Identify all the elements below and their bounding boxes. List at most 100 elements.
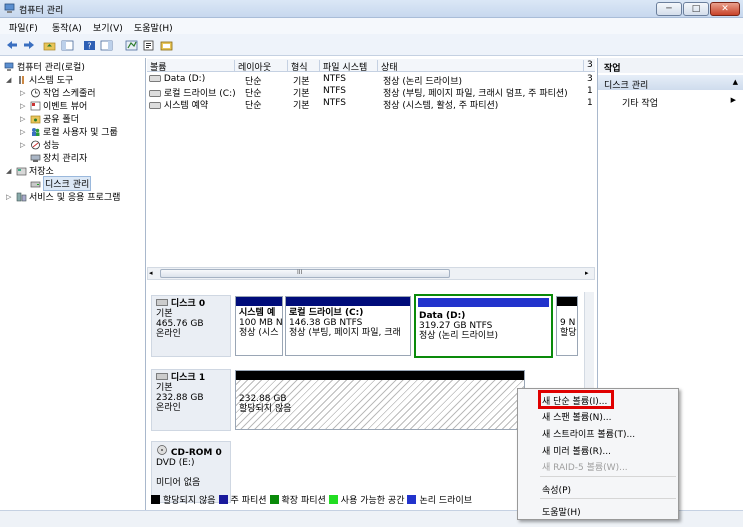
show-action-pane-button[interactable] [99,38,114,52]
collapsed-arrow-icon[interactable]: ▷ [20,128,28,136]
col-volume[interactable]: 볼륨 [147,60,235,73]
menu-item-new-striped-volume[interactable]: 새 스트라이프 볼륨(T)... [542,427,635,440]
collapsed-arrow-icon[interactable]: ▷ [20,141,28,149]
tree-item-computer-management[interactable]: 컴퓨터 관리(로컬) [4,60,85,73]
scroll-right-icon[interactable]: ▸ [585,269,589,277]
tree-item-services-applications[interactable]: ▷ 서비스 및 응용 프로그램 [6,190,120,203]
window-title: 컴퓨터 관리 [19,6,64,16]
disk-drive-icon [156,299,168,306]
folder-up-icon [43,42,56,50]
tree-item-device-manager[interactable]: 장치 관리자 [30,151,87,164]
scroll-thumb[interactable]: III [160,269,450,278]
legend-swatch [269,494,279,504]
partition-unallocated-tail[interactable]: 9 N 할당 [556,296,578,356]
close-button[interactable]: ✕ [710,2,740,16]
tree-item-task-scheduler[interactable]: ▷ 작업 스케줄러 [20,86,96,99]
show-tree-button[interactable] [60,38,75,52]
close-icon: ✕ [721,4,729,14]
menu-separator [540,498,676,499]
legend-swatch [407,494,417,504]
volume-row[interactable]: Data (D:) 단순 기본 NTFS 정상 (논리 드라이브) 3 [147,74,595,87]
partition-disk1-unallocated[interactable]: 232.88 GB 할당되지 않음 [235,370,525,430]
scroll-left-icon[interactable]: ◂ [149,269,153,277]
disk-0-label[interactable]: 디스크 0 기본 465.76 GB 온라인 [151,295,231,357]
col-type[interactable]: 형식 [288,60,320,73]
properties-icon [143,40,154,50]
menu-bar: 파일(F) 동작(A) 보기(V) 도움말(H) [0,18,743,34]
toolbar: ? [0,34,743,56]
properties-button[interactable] [141,38,156,52]
col-file-system[interactable]: 파일 시스템 [320,60,378,73]
device-manager-icon [30,154,41,162]
actions-section-disk-management[interactable]: 디스크 관리 ▲ [598,75,743,91]
partition-d-drive[interactable]: Data (D:) 319.27 GB NTFS 정상 (논리 드라이브) [414,294,553,358]
tree-item-disk-management[interactable]: 디스크 관리 [30,176,92,191]
rescan-button[interactable] [159,38,174,52]
menu-item-properties[interactable]: 속성(P) [542,483,571,496]
collapsed-arrow-icon[interactable]: ▷ [6,193,14,201]
menu-item-new-spanned-volume[interactable]: 새 스팬 볼륨(N)... [542,410,611,423]
computer-management-icon [4,3,15,13]
users-icon [32,127,40,136]
legend-swatch [328,494,338,504]
legend-swatch [218,494,228,504]
back-arrow-icon [6,41,17,49]
storage-icon [16,167,27,175]
menu-help[interactable]: 도움말(H) [134,21,173,34]
up-folder-button[interactable] [42,38,57,52]
context-menu: 새 단순 볼륨(I)... 새 스팬 볼륨(N)... 새 스트라이프 볼륨(T… [517,388,679,520]
console-tree: 컴퓨터 관리(로컬) ◢ 시스템 도구 ▷ 작업 스케줄러 ▷ 이벤트 뷰어 ▷… [0,58,146,510]
cdrom-icon [157,445,167,455]
volume-row[interactable]: 로컬 드라이브 (C:) 단순 기본 NTFS 정상 (부팅, 페이지 파일, … [147,86,595,99]
collapsed-arrow-icon[interactable]: ▷ [20,102,28,110]
console-tree-icon [61,40,74,50]
connect-button[interactable] [124,38,139,52]
expanded-arrow-icon[interactable]: ◢ [6,167,14,175]
connect-icon [125,40,138,50]
event-log-icon [30,101,41,110]
action-more-actions[interactable]: 기타 작업 ▶ [598,95,743,109]
partition-system-reserved[interactable]: 시스템 예 100 MB N 정상 (시스 [235,296,283,356]
disk-1-label[interactable]: 디스크 1 기본 232.88 GB 온라인 [151,369,231,431]
collapse-arrow-icon[interactable]: ▲ [733,78,738,86]
disk-drive-icon [156,373,168,380]
disk-icon [30,181,41,187]
help-icon: ? [84,40,95,50]
collapsed-arrow-icon[interactable]: ▷ [20,89,28,97]
menu-file[interactable]: 파일(F) [9,21,38,34]
collapsed-arrow-icon[interactable]: ▷ [20,115,28,123]
clock-icon [31,88,40,97]
menu-action[interactable]: 동작(A) [52,21,82,34]
menu-separator [540,476,676,477]
minimize-button[interactable]: ─ [656,2,682,16]
col-layout[interactable]: 레이아웃 [235,60,288,73]
tools-icon [19,75,24,84]
forward-button[interactable] [21,38,36,52]
submenu-arrow-icon: ▶ [730,96,736,104]
col-status[interactable]: 상태 [378,60,584,73]
volume-icon [149,102,161,109]
volume-icon [149,90,161,97]
rescan-icon [160,41,173,50]
tree-item-event-viewer[interactable]: ▷ 이벤트 뷰어 [20,99,87,112]
maximize-button[interactable]: □ [683,2,709,16]
expanded-arrow-icon[interactable]: ◢ [6,76,14,84]
menu-view[interactable]: 보기(V) [93,21,123,34]
menu-item-new-mirrored-volume[interactable]: 새 미러 볼륨(R)... [542,444,611,457]
back-button[interactable] [4,38,19,52]
title-bar: 컴퓨터 관리 ─ □ ✕ [0,0,743,18]
tree-item-shared-folders[interactable]: ▷ 공유 폴더 [20,112,79,126]
menu-item-new-simple-volume[interactable]: 새 단순 볼륨(I)... [542,394,607,407]
tree-item-local-users-groups[interactable]: ▷ 로컬 사용자 및 그룹 [20,125,118,138]
volume-row[interactable]: 시스템 예약 단순 기본 NTFS 정상 (시스템, 활성, 주 파티션) 1 [147,98,595,111]
tree-item-performance[interactable]: ▷ 성능 [20,138,60,151]
partition-c-drive[interactable]: 로컬 드라이브 (C:) 146.38 GB NTFS 정상 (부팅, 페이지 파일… [285,296,411,356]
help-button[interactable]: ? [82,38,97,52]
legend-swatch [151,494,160,504]
tree-item-system-tools[interactable]: ◢ 시스템 도구 [6,73,73,86]
maximize-icon: □ [691,4,701,14]
volume-icon [149,75,161,82]
volume-list-hscrollbar[interactable]: ◂ III ▸ [147,267,595,280]
col-capacity[interactable]: 3 [584,60,595,72]
menu-item-help[interactable]: 도움말(H) [542,505,581,518]
